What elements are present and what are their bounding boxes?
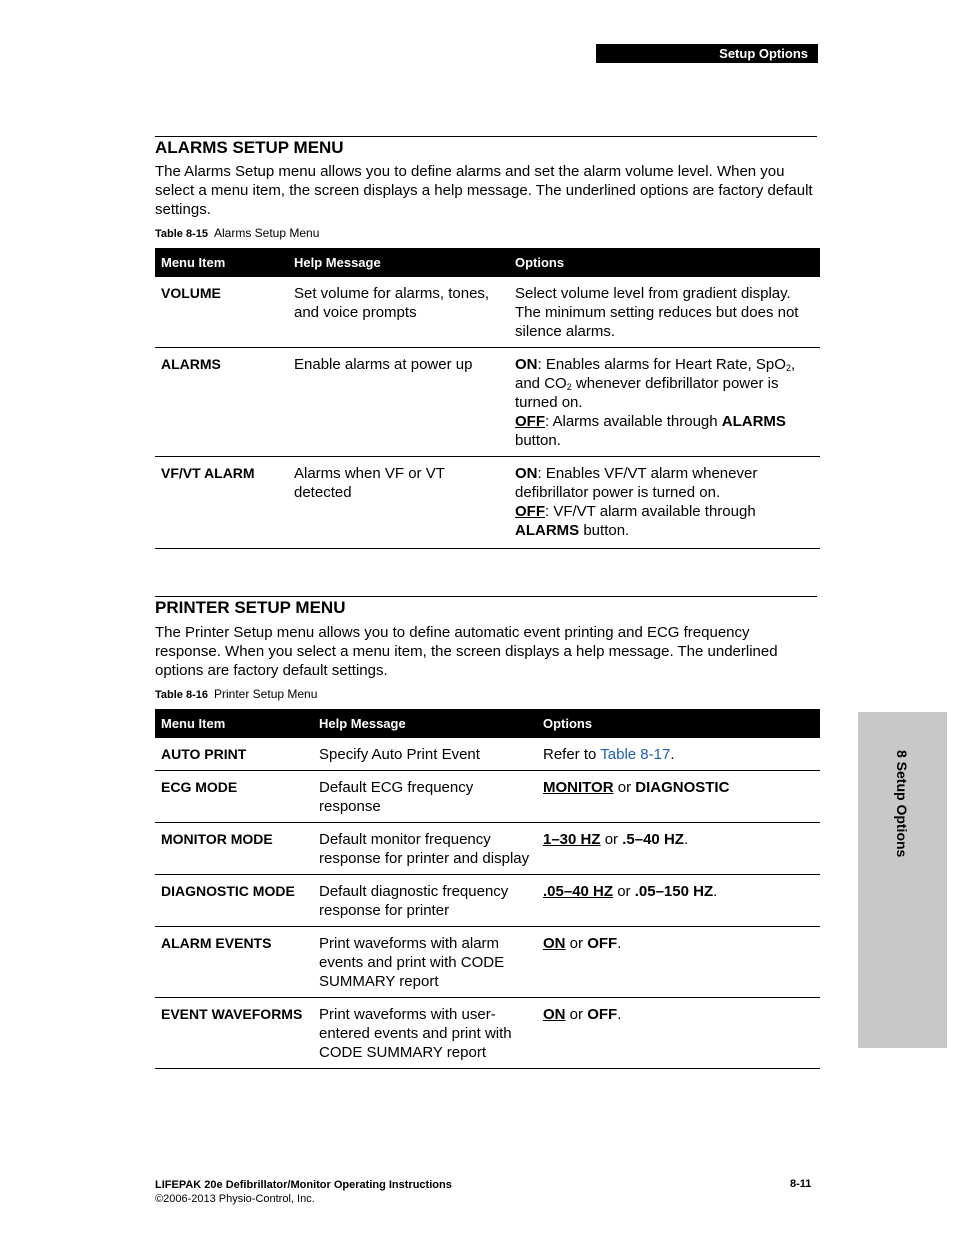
option-default: .05–40 HZ — [543, 883, 614, 900]
help-message: Set volume for alarms, tones, and voice … — [288, 277, 509, 348]
printer-table-caption: Table 8-16 Printer Setup Menu — [155, 687, 317, 702]
table-row: MONITOR MODE Default monitor frequency r… — [155, 822, 820, 875]
alarms-intro: The Alarms Setup menu allows you to defi… — [155, 163, 813, 218]
printer-section-title: PRINTER SETUP MENU — [155, 596, 817, 618]
caption-text: Alarms Setup Menu — [214, 226, 320, 240]
caption-text: Printer Setup Menu — [214, 687, 318, 701]
option-default: ON — [543, 1006, 566, 1023]
options: MONITOR or DIAGNOSTIC — [537, 770, 820, 823]
options: ON: Enables alarms for Heart Rate, SpO2,… — [509, 347, 820, 457]
table-row: DIAGNOSTIC MODE Default diagnostic frequ… — [155, 874, 820, 927]
section-header-label: Setup Options — [719, 46, 808, 61]
option-text: : Enables alarms for Heart Rate, SpO — [537, 356, 786, 373]
menu-item: MONITOR MODE — [155, 822, 313, 875]
help-message: Enable alarms at power up — [288, 347, 509, 457]
table-row: VF/VT ALARM Alarms when VF or VT detecte… — [155, 456, 820, 549]
menu-item: AUTO PRINT — [155, 738, 313, 771]
table-header-row: Menu Item Help Message Options — [155, 248, 820, 277]
column-header: Help Message — [313, 709, 537, 738]
table-row: VOLUME Set volume for alarms, tones, and… — [155, 277, 820, 348]
option-text: . — [617, 1006, 622, 1023]
option-text: or — [613, 883, 635, 900]
option-default: MONITOR — [543, 779, 614, 796]
menu-item: ALARM EVENTS — [155, 926, 313, 998]
options: Select volume level from gradient displa… — [509, 277, 820, 348]
option-text: : Alarms available through — [545, 413, 722, 430]
help-message: Print waveforms with user-entered events… — [313, 997, 537, 1069]
option-text: : VF/VT alarm available through — [545, 503, 756, 520]
option-off-default: OFF — [515, 413, 545, 430]
column-header: Menu Item — [155, 248, 288, 277]
table-row: ALARMS Enable alarms at power up ON: Ena… — [155, 347, 820, 457]
option-default: ON — [543, 935, 566, 952]
alarms-button-ref: ALARMS — [721, 413, 786, 430]
table-row: ECG MODE Default ECG frequency response … — [155, 770, 820, 823]
help-message: Specify Auto Print Event — [313, 738, 537, 771]
option-text: . — [617, 935, 622, 952]
alarms-table: Menu Item Help Message Options VOLUME Se… — [155, 248, 820, 549]
option-default: 1–30 HZ — [543, 831, 601, 848]
menu-item: DIAGNOSTIC MODE — [155, 874, 313, 927]
menu-item: EVENT WAVEFORMS — [155, 997, 313, 1069]
printer-table: Menu Item Help Message Options AUTO PRIN… — [155, 709, 820, 1069]
alarms-button-ref: ALARMS — [515, 522, 580, 539]
table-row: EVENT WAVEFORMS Print waveforms with use… — [155, 997, 820, 1069]
option-alternate: .05–150 HZ — [634, 883, 714, 900]
footer-left: LIFEPAK 20e Defibrillator/Monitor Operat… — [155, 1178, 452, 1206]
option-on: ON — [515, 465, 538, 482]
option-text: . — [683, 831, 689, 848]
chapter-side-tab-label: 8 Setup Options — [894, 750, 910, 858]
options: .05–40 HZ or .05–150 HZ. — [537, 874, 820, 927]
help-message: Default ECG frequency response — [313, 770, 537, 823]
options: ON or OFF. — [537, 997, 820, 1069]
option-text: or — [600, 831, 623, 848]
option-alternate: OFF — [587, 1006, 618, 1023]
help-message: Default diagnostic frequency response fo… — [313, 874, 537, 927]
options: 1–30 HZ or .5–40 HZ. — [537, 822, 820, 875]
option-text: button. — [515, 432, 561, 449]
options: Refer to Table 8-17. — [537, 738, 820, 771]
column-header: Options — [509, 248, 820, 277]
footer-document-title: LIFEPAK 20e Defibrillator/Monitor Operat… — [155, 1179, 452, 1191]
chapter-side-tab: 8 Setup Options — [858, 712, 947, 1048]
option-alternate: .5–40 HZ — [622, 831, 684, 848]
menu-item: VF/VT ALARM — [155, 456, 288, 549]
column-header: Help Message — [288, 248, 509, 277]
table-8-17-link[interactable]: Table 8-17 — [600, 746, 670, 763]
alarms-table-caption: Table 8-15 Alarms Setup Menu — [155, 226, 319, 241]
option-on: ON — [515, 356, 538, 373]
option-off-default: OFF — [515, 503, 545, 520]
options: ON: Enables VF/VT alarm whenever defibri… — [509, 456, 820, 549]
table-row: AUTO PRINT Specify Auto Print Event Refe… — [155, 738, 820, 771]
option-text: Refer to — [543, 746, 601, 763]
menu-item: VOLUME — [155, 277, 288, 348]
caption-number: Table 8-16 — [155, 689, 208, 701]
option-text: or — [613, 779, 636, 796]
table-row: ALARM EVENTS Print waveforms with alarm … — [155, 926, 820, 998]
option-text: or — [565, 1006, 588, 1023]
table-header-row: Menu Item Help Message Options — [155, 709, 820, 738]
alarms-section-title: ALARMS SETUP MENU — [155, 136, 817, 158]
help-message: Print waveforms with alarm events and pr… — [313, 926, 537, 998]
column-header: Options — [537, 709, 820, 738]
section-header-tab: Setup Options — [596, 44, 818, 63]
help-message: Alarms when VF or VT detected — [288, 456, 509, 549]
option-text: . — [670, 746, 675, 763]
footer-copyright: ©2006-2013 Physio-Control, Inc. — [155, 1193, 315, 1205]
option-text: or — [565, 935, 588, 952]
page-number: 8-11 — [790, 1178, 812, 1190]
menu-item: ECG MODE — [155, 770, 313, 823]
option-text: : Enables VF/VT alarm whenever defibrill… — [515, 465, 758, 501]
help-message: Default monitor frequency response for p… — [313, 822, 537, 875]
column-header: Menu Item — [155, 709, 313, 738]
options: ON or OFF. — [537, 926, 820, 998]
option-text: button. — [579, 522, 630, 539]
option-alternate: OFF — [587, 935, 618, 952]
option-alternate: DIAGNOSTIC — [635, 779, 730, 796]
option-text: . — [713, 883, 718, 900]
menu-item: ALARMS — [155, 347, 288, 457]
caption-number: Table 8-15 — [155, 228, 208, 240]
printer-intro: The Printer Setup menu allows you to def… — [155, 624, 778, 679]
